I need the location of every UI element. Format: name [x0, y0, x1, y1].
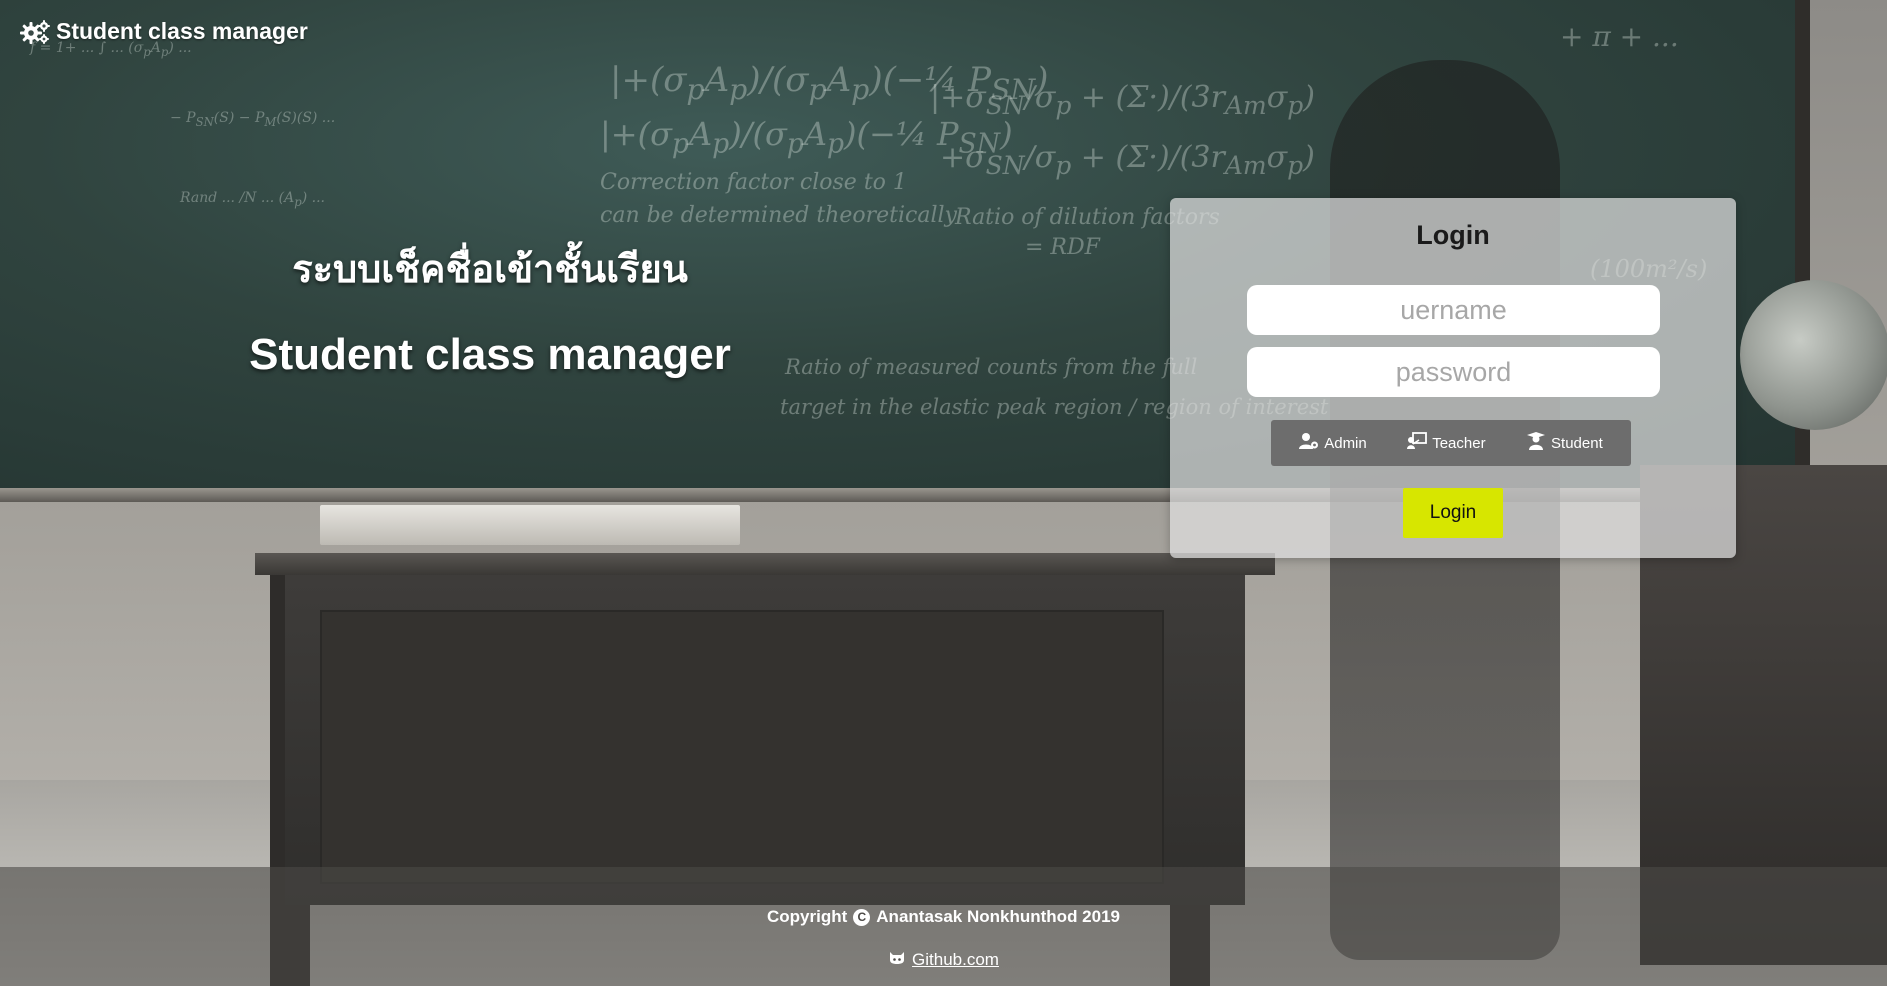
hero-english-title: Student class manager [249, 330, 731, 379]
chalk-scribble: + π + ... [1560, 20, 1679, 53]
gears-icon [20, 19, 50, 45]
page: |+(σpAp)/(σpAp)(−¼ PSN) |+(σpAp)/(σpAp)(… [0, 0, 1887, 986]
copyright-icon: C [853, 908, 871, 926]
chalk-scribble: can be determined theoretically [600, 203, 957, 228]
copyright-label: Copyright [767, 907, 848, 926]
chalk-scribble: +σSN/σp + (Σ·)/(3rAmσp) [940, 140, 1315, 180]
role-teacher-button[interactable]: Teacher [1399, 426, 1493, 460]
chalk-scribble: Correction factor close to 1 [600, 170, 907, 195]
chalk-scribble: Ratio of measured counts from the full [785, 355, 1198, 379]
hero-thai-title: ระบบเช็คชื่อเข้าชั้นเรียน [292, 247, 688, 291]
footer: Copyright C Anantasak Nonkhunthod 2019 G… [0, 867, 1887, 986]
copyright-line: Copyright C Anantasak Nonkhunthod 2019 [0, 907, 1887, 927]
password-input[interactable] [1247, 347, 1660, 397]
role-student-button[interactable]: Student [1518, 426, 1611, 460]
role-selector: Admin Teacher Student [1271, 420, 1631, 466]
copyright-owner: Anantasak Nonkhunthod 2019 [876, 907, 1120, 926]
role-student-label: Student [1551, 434, 1603, 452]
desk-panel [320, 610, 1164, 884]
user-graduate-icon [1526, 432, 1546, 454]
chalkboard-teacher-icon [1407, 432, 1428, 454]
globe [1740, 280, 1887, 430]
login-title: Login [1416, 220, 1490, 250]
chalk-scribble: Rand ... /N ... (Ap) ... [180, 190, 325, 209]
role-admin-label: Admin [1324, 434, 1367, 452]
brand-title: Student class manager [56, 18, 308, 44]
user-cog-icon [1299, 432, 1319, 454]
login-button[interactable]: Login [1403, 488, 1503, 538]
login-card: Login Admin [1170, 198, 1736, 558]
github-label: Github.com [912, 949, 999, 969]
paper-stack [320, 505, 740, 545]
chalk-scribble: |+σSN/σp + (Σ·)/(3rAmσp) [930, 80, 1315, 120]
desk-top [255, 553, 1275, 575]
role-teacher-label: Teacher [1432, 434, 1486, 452]
chalk-scribble: − PSN(S) − PM(S)(S) ... [170, 110, 336, 129]
github-link[interactable]: Github.com [0, 949, 1887, 970]
github-icon [888, 949, 906, 970]
username-input[interactable] [1247, 285, 1660, 335]
brand[interactable]: Student class manager [20, 18, 308, 45]
role-admin-button[interactable]: Admin [1291, 426, 1375, 460]
chalk-scribble: = RDF [1025, 235, 1100, 260]
